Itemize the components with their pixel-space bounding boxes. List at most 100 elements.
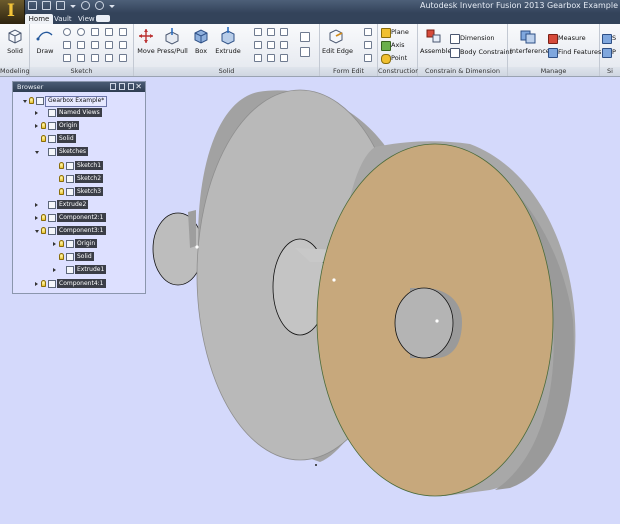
- panel-title-partial: Si: [600, 67, 620, 76]
- edit-edge-button[interactable]: Edit Edge: [322, 27, 353, 55]
- small-gear-center-point[interactable]: [195, 245, 199, 249]
- visibility-bulb-icon[interactable]: [41, 214, 46, 221]
- dimension-button[interactable]: Dimension: [450, 33, 495, 44]
- browser-search-icon[interactable]: [110, 83, 116, 90]
- open-file-icon[interactable]: [42, 1, 51, 10]
- expand-toggle-icon[interactable]: [53, 242, 56, 246]
- window-title: Autodesk Inventor Fusion 2013 Gearbox Ex…: [420, 1, 618, 10]
- body-constraint-button[interactable]: Body Constraint: [450, 47, 512, 58]
- expand-toggle-icon[interactable]: [35, 282, 38, 286]
- browser-panel[interactable]: Browser ✕ Gearbox Example* Named Views Ori…: [12, 81, 146, 294]
- tweak-icon[interactable]: [364, 41, 372, 49]
- arc-tool-icon[interactable]: [77, 28, 85, 36]
- expand-toggle-icon[interactable]: [35, 203, 38, 207]
- tree-node-icon: [48, 201, 56, 209]
- plane-button[interactable]: Plane: [381, 27, 409, 38]
- expand-toggle-icon[interactable]: [53, 268, 56, 272]
- visibility-bulb-icon[interactable]: [59, 253, 64, 260]
- partial-item-2[interactable]: P: [602, 47, 616, 58]
- find-features-button[interactable]: Find Features: [548, 47, 601, 58]
- polygon-tool-icon[interactable]: [105, 28, 113, 36]
- expand-toggle-icon[interactable]: [35, 111, 38, 115]
- loft-icon[interactable]: [280, 41, 288, 49]
- application-menu-button[interactable]: I: [0, 0, 25, 24]
- hole-icon[interactable]: [254, 54, 262, 62]
- axis-icon: [381, 41, 391, 51]
- axis-button[interactable]: Axis: [381, 40, 405, 51]
- gold-gear-center-point[interactable]: [435, 319, 439, 323]
- point-tool-icon[interactable]: [77, 54, 85, 62]
- qat-dropdown-icon[interactable]: [70, 5, 76, 8]
- visibility-bulb-icon[interactable]: [41, 122, 46, 129]
- tab-view[interactable]: View: [75, 14, 98, 24]
- collapse-toggle-icon[interactable]: [35, 230, 39, 233]
- visibility-bulb-icon[interactable]: [41, 135, 46, 142]
- panel-solid: Move Press/Pull Box Extrude Solid: [134, 24, 320, 76]
- extend-tool-icon[interactable]: [77, 41, 85, 49]
- chamfer-icon[interactable]: [267, 28, 275, 36]
- fillet-tool-icon[interactable]: [119, 41, 127, 49]
- point-button[interactable]: Point: [381, 53, 407, 64]
- fix-tool-icon[interactable]: [105, 54, 113, 62]
- save-icon[interactable]: [56, 1, 65, 10]
- tab-home[interactable]: Home: [25, 14, 53, 24]
- revolve-icon[interactable]: [254, 41, 262, 49]
- expand-toggle-icon[interactable]: [35, 124, 38, 128]
- tree-node-icon: [66, 188, 74, 196]
- shell-icon[interactable]: [280, 28, 288, 36]
- collapse-toggle-icon[interactable]: [35, 151, 39, 154]
- assemble-button[interactable]: Assemble: [420, 27, 451, 55]
- delete-face-icon[interactable]: [364, 54, 372, 62]
- draw-button[interactable]: Draw: [33, 27, 57, 55]
- split-icon[interactable]: [267, 54, 275, 62]
- partial-item-1[interactable]: S: [602, 33, 617, 44]
- press-pull-label: Press/Pull: [157, 47, 188, 55]
- spline-tool-icon[interactable]: [63, 54, 71, 62]
- move-button[interactable]: Move: [136, 27, 156, 55]
- interference-button[interactable]: Interference: [510, 27, 550, 55]
- press-pull-button[interactable]: Press/Pull: [157, 27, 188, 55]
- project-tool-icon[interactable]: [105, 41, 113, 49]
- visibility-bulb-icon[interactable]: [59, 162, 64, 169]
- text-tool-icon[interactable]: [91, 54, 99, 62]
- visibility-bulb-icon[interactable]: [59, 188, 64, 195]
- partial-item-2-icon: [602, 48, 612, 58]
- new-file-icon[interactable]: [28, 1, 37, 10]
- visibility-bulb-icon[interactable]: [29, 97, 34, 104]
- extrude-button[interactable]: Extrude: [215, 27, 241, 55]
- browser-close-icon[interactable]: ✕: [135, 82, 142, 92]
- fillet-icon[interactable]: [254, 28, 262, 36]
- mirror-tool-icon[interactable]: [119, 28, 127, 36]
- qat-customize-icon[interactable]: [109, 5, 115, 8]
- sweep-icon[interactable]: [267, 41, 275, 49]
- offset-tool-icon[interactable]: [91, 41, 99, 49]
- pattern-icon[interactable]: [300, 32, 310, 42]
- visibility-bulb-icon[interactable]: [59, 175, 64, 182]
- mirror-body-icon[interactable]: [300, 47, 310, 57]
- solid-mode-button[interactable]: Solid: [4, 27, 26, 55]
- measure-button[interactable]: Measure: [548, 33, 586, 44]
- tab-vault[interactable]: Vault: [51, 14, 75, 24]
- expand-toggle-icon[interactable]: [35, 216, 38, 220]
- visibility-bulb-icon[interactable]: [59, 240, 64, 247]
- finish-sketch-icon[interactable]: [119, 54, 127, 62]
- gray-gear-center-point[interactable]: [332, 278, 336, 282]
- ribbon: Solid Modeling Draw Sketch Move Press/Pu…: [0, 24, 620, 77]
- circle-tool-icon[interactable]: [63, 28, 71, 36]
- rectangle-tool-icon[interactable]: [91, 28, 99, 36]
- visibility-bulb-icon[interactable]: [41, 280, 46, 287]
- redo-icon[interactable]: [95, 1, 104, 10]
- box-button[interactable]: Box: [191, 27, 211, 55]
- partial-item-1-label: S: [612, 34, 617, 42]
- trim-tool-icon[interactable]: [63, 41, 71, 49]
- minimize-ribbon-button[interactable]: [96, 15, 110, 22]
- visibility-bulb-icon[interactable]: [41, 227, 46, 234]
- combine-icon[interactable]: [280, 54, 288, 62]
- browser-menu-icon[interactable]: [119, 83, 125, 90]
- undo-icon[interactable]: [81, 1, 90, 10]
- edit-face-icon[interactable]: [364, 28, 372, 36]
- find-features-icon: [548, 48, 558, 58]
- browser-pin-icon[interactable]: [128, 83, 134, 90]
- gold-gear-hub-face[interactable]: [394, 287, 454, 359]
- collapse-toggle-icon[interactable]: [23, 100, 27, 103]
